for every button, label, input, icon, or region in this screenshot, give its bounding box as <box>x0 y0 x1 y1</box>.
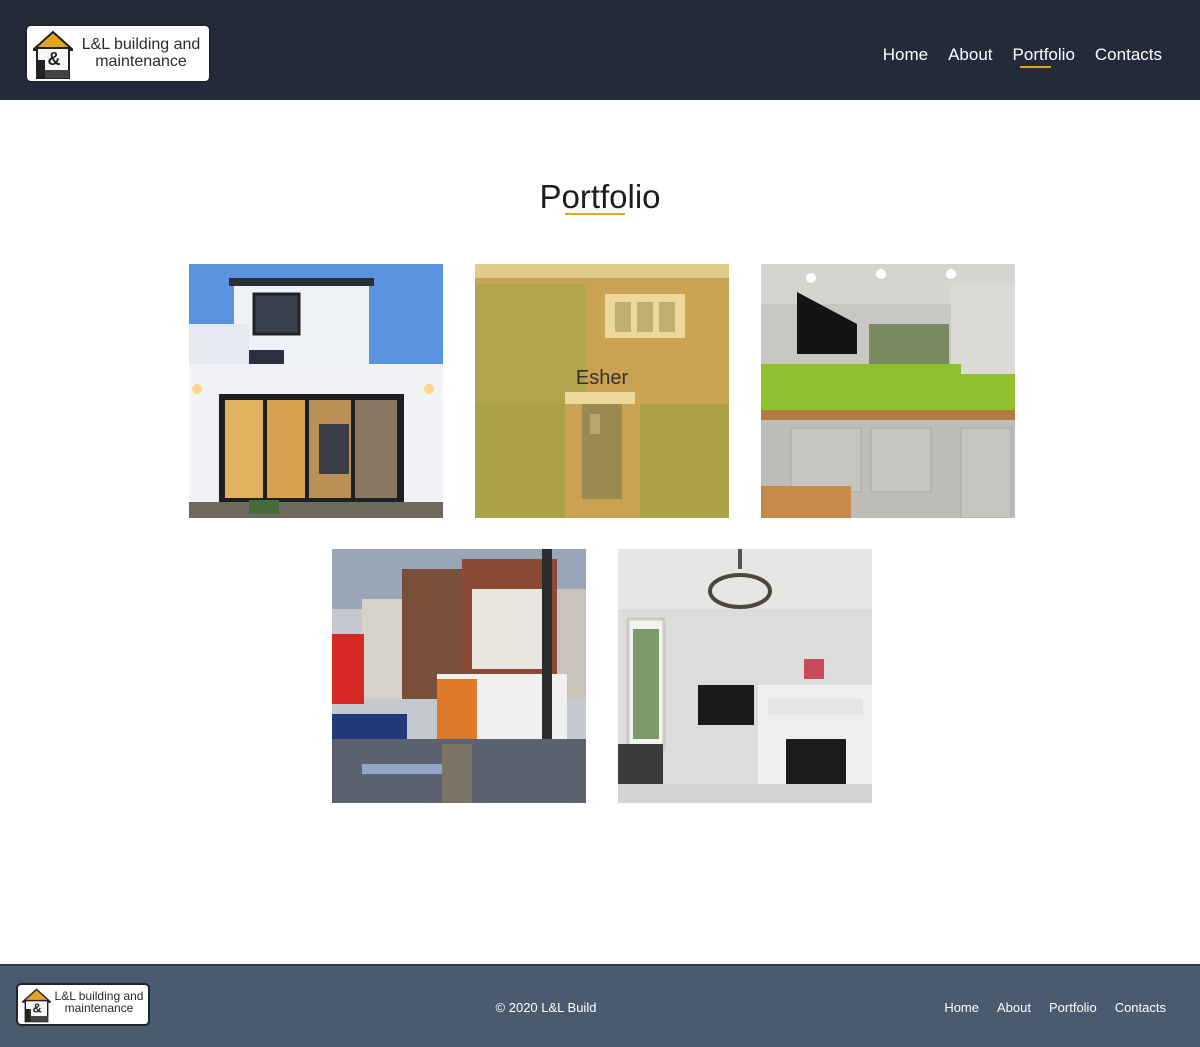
logo-text: L&L building and maintenance <box>81 36 201 70</box>
nav-about[interactable]: About <box>948 45 992 65</box>
footer-nav-about[interactable]: About <box>997 1000 1031 1015</box>
site-header: & L&L building and maintenance Home Abou… <box>0 0 1200 100</box>
living-room-photo <box>618 549 872 803</box>
footer-nav: Home About Portfolio Contacts <box>944 1000 1166 1015</box>
nav-contacts[interactable]: Contacts <box>1095 45 1162 65</box>
footer-nav-portfolio[interactable]: Portfolio <box>1049 1000 1097 1015</box>
site-logo[interactable]: & L&L building and maintenance <box>25 24 211 83</box>
gallery-overlay: Esher <box>475 264 729 518</box>
nav-portfolio[interactable]: Portfolio <box>1013 45 1075 68</box>
nav-home[interactable]: Home <box>883 45 928 65</box>
copyright-text: © 2020 L&L Build <box>495 1000 597 1015</box>
kitchen-photo <box>761 264 1015 518</box>
gallery-item-house-extension[interactable] <box>189 264 443 518</box>
site-footer: & L&L building and maintenance © 2020 L&… <box>0 964 1200 1047</box>
gallery-item-esher[interactable]: Esher <box>475 264 729 518</box>
footer-nav-contacts[interactable]: Contacts <box>1115 1000 1166 1015</box>
street-photo <box>332 549 586 803</box>
gallery-item-label: Esher <box>575 366 629 389</box>
gallery-item-street[interactable] <box>332 549 586 803</box>
house-extension-photo <box>189 264 443 518</box>
gallery-item-living-room[interactable] <box>618 549 872 803</box>
gallery-item-kitchen[interactable] <box>761 264 1015 518</box>
title-underline <box>565 213 625 215</box>
logo-mark-text: & <box>48 49 61 69</box>
footer-nav-home[interactable]: Home <box>944 1000 979 1015</box>
page-title: Portfolio <box>539 178 661 215</box>
main-nav: Home About Portfolio Contacts <box>883 45 1162 68</box>
house-logo-icon: & <box>33 30 73 79</box>
